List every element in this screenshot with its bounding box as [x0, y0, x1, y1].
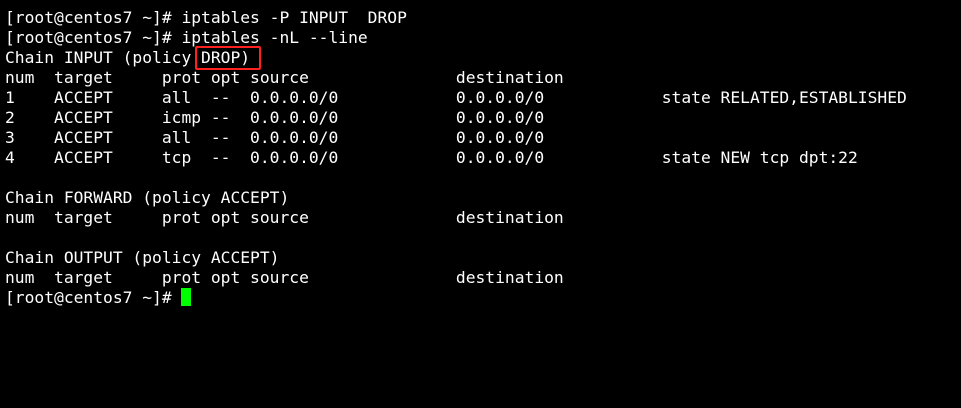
terminal-window[interactable]: [root@centos7 ~]# iptables -P INPUT DROP…: [0, 0, 961, 408]
terminal-line-command-2: [root@centos7 ~]# iptables -nL --line: [5, 28, 368, 47]
chain-output-columns: num target prot opt source destination: [5, 268, 564, 287]
chain-output-header: Chain OUTPUT (policy ACCEPT): [5, 248, 280, 267]
terminal-line-command-1: [root@centos7 ~]# iptables -P INPUT DROP: [5, 8, 407, 27]
chain-input-header: Chain INPUT (policy DROP): [5, 48, 251, 67]
chain-forward-header: Chain FORWARD (policy ACCEPT): [5, 188, 290, 207]
chain-input-rule-2: 2 ACCEPT icmp -- 0.0.0.0/0 0.0.0.0/0: [5, 108, 545, 127]
chain-input-columns: num target prot opt source destination: [5, 68, 564, 87]
terminal-prompt-line[interactable]: [root@centos7 ~]#: [5, 288, 961, 308]
chain-input-rule-3: 3 ACCEPT all -- 0.0.0.0/0 0.0.0.0/0: [5, 128, 545, 147]
terminal-cursor: [181, 288, 192, 306]
chain-forward-columns: num target prot opt source destination: [5, 208, 564, 227]
chain-input-rule-4: 4 ACCEPT tcp -- 0.0.0.0/0 0.0.0.0/0 stat…: [5, 148, 858, 167]
chain-input-rule-1: 1 ACCEPT all -- 0.0.0.0/0 0.0.0.0/0 stat…: [5, 88, 907, 107]
terminal-prompt: [root@centos7 ~]#: [5, 288, 182, 307]
